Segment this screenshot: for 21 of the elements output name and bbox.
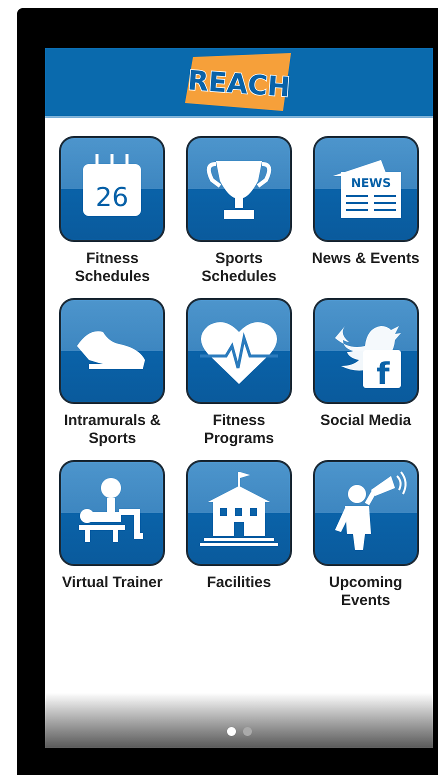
tile-label[interactable]: Fitness Programs xyxy=(178,412,300,448)
tile-label[interactable]: Upcoming Events xyxy=(304,574,427,610)
heartbeat-icon[interactable] xyxy=(186,298,292,404)
news-heading: NEWS xyxy=(350,176,391,190)
bench-press-icon[interactable] xyxy=(59,460,166,566)
calendar-date: 26 xyxy=(96,183,129,213)
tile-label[interactable]: Sports Schedules xyxy=(178,250,300,286)
tile-label[interactable]: Fitness Schedules xyxy=(51,250,174,286)
tile-label[interactable]: Facilities xyxy=(178,574,300,592)
tile-label[interactable]: News & Events xyxy=(304,250,427,268)
calendar-icon[interactable]: 26 xyxy=(59,136,166,242)
sneaker-icon[interactable] xyxy=(59,298,166,404)
newspaper-icon[interactable]: NEWS xyxy=(312,136,419,242)
trophy-icon[interactable] xyxy=(186,136,292,242)
megaphone-person-icon[interactable] xyxy=(312,460,419,566)
tile-label[interactable]: Intramurals & Sports xyxy=(51,412,174,448)
school-building-icon[interactable] xyxy=(186,460,292,566)
bird-and-letter-icon[interactable]: f xyxy=(312,298,419,404)
tile-label[interactable]: Virtual Trainer xyxy=(51,574,174,592)
tile-label[interactable]: Social Media xyxy=(304,412,427,430)
social-letter: f xyxy=(376,357,390,392)
